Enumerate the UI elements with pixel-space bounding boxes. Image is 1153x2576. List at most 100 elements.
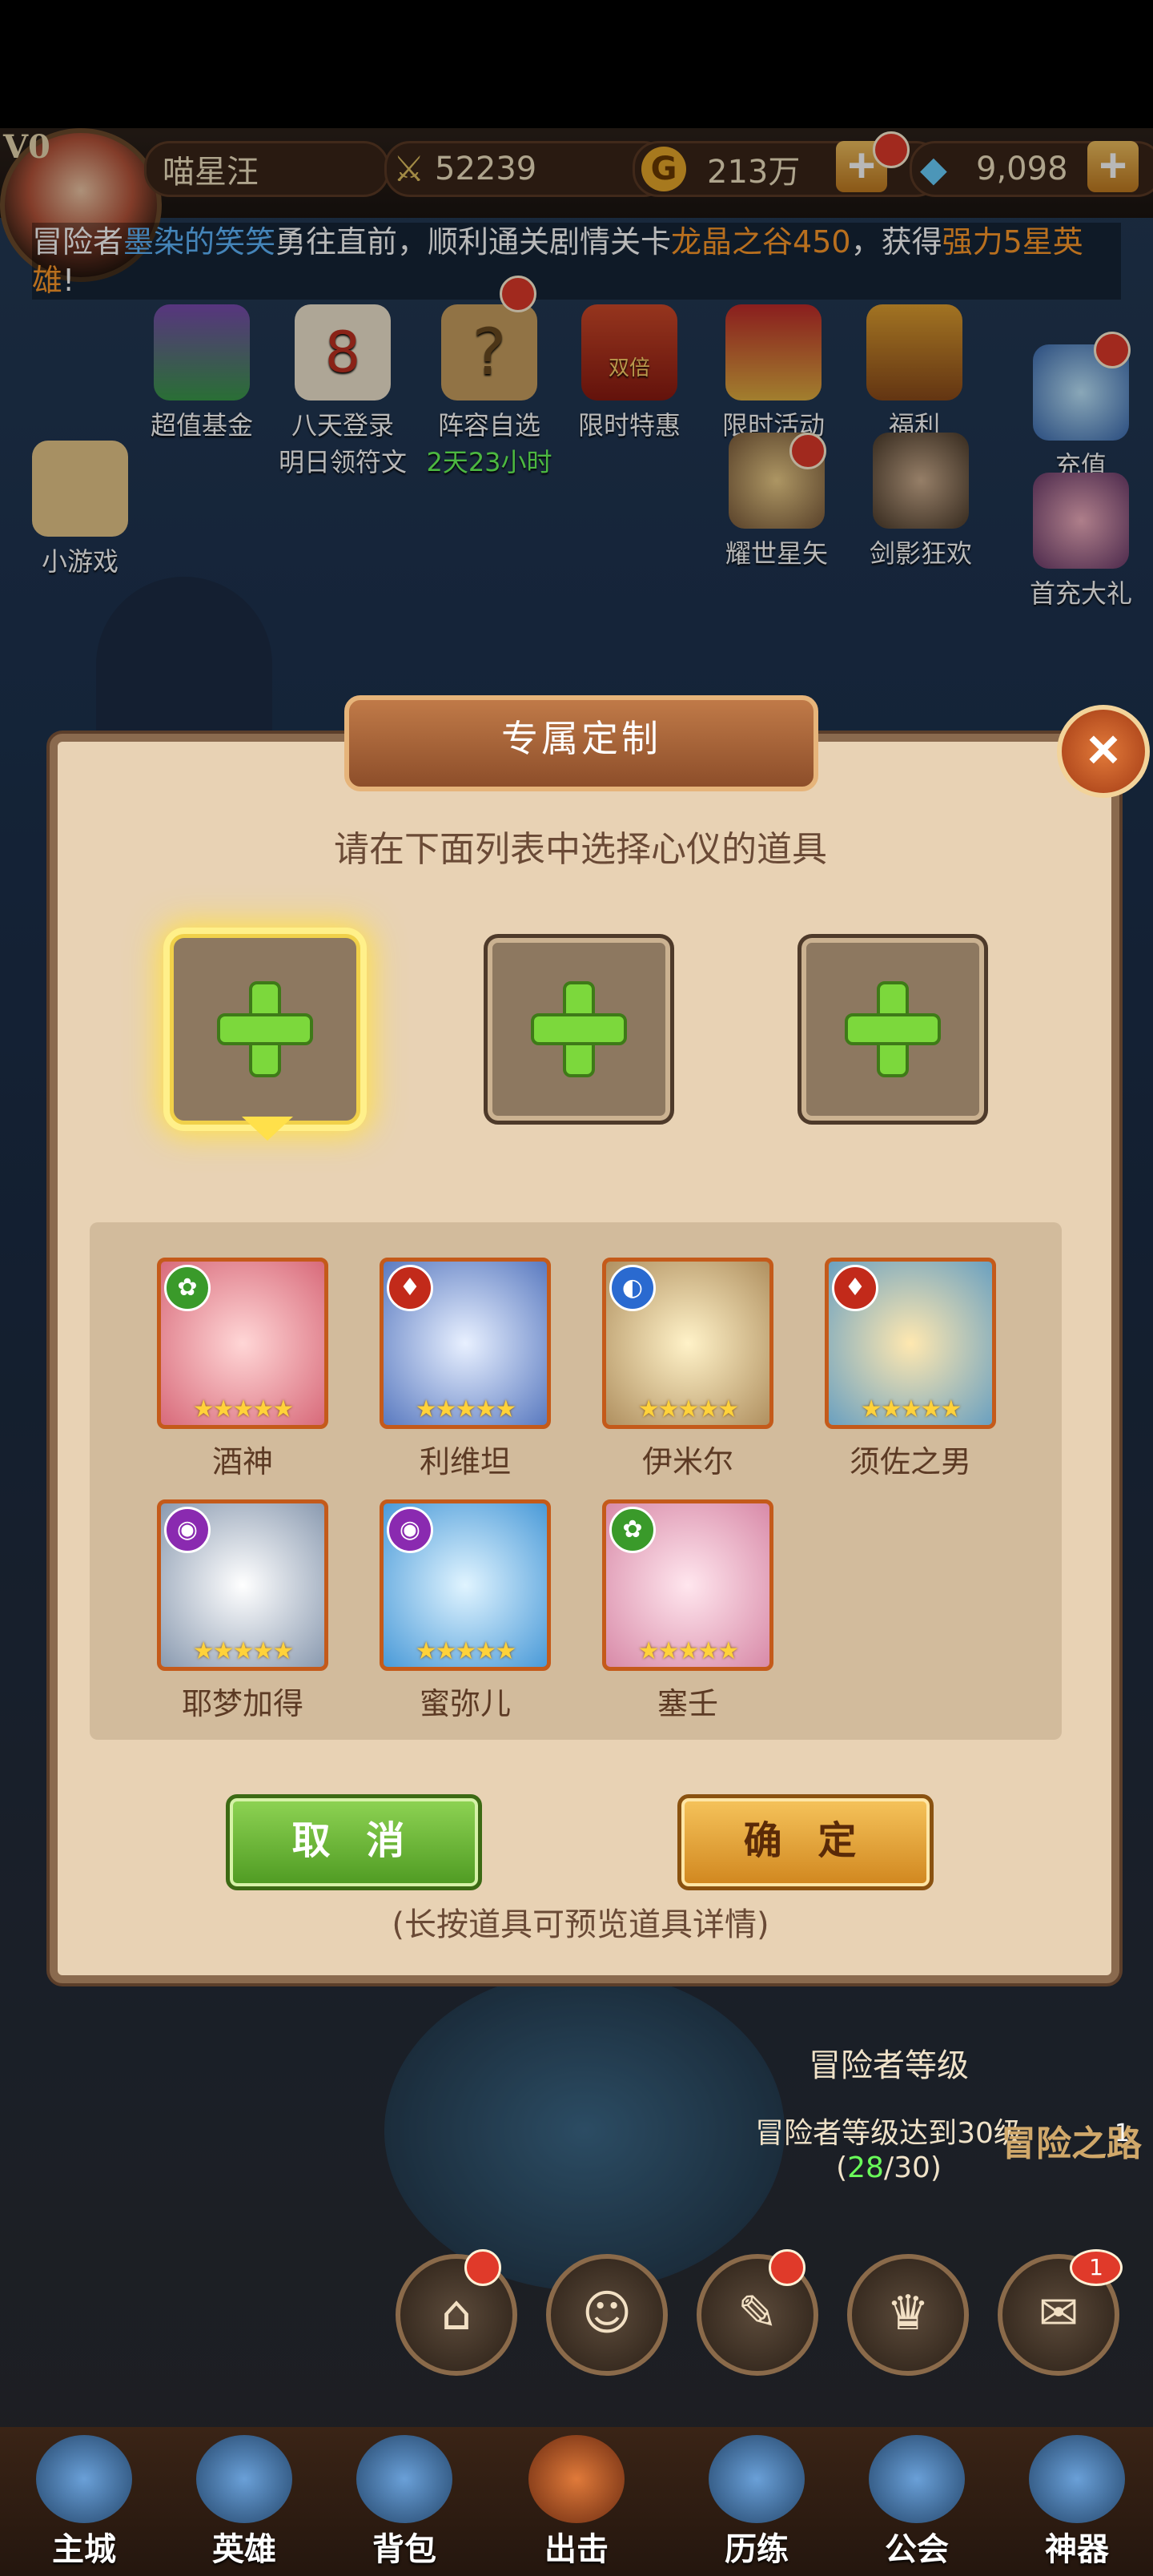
event-label: 首充大礼 bbox=[1029, 578, 1132, 609]
item-slot-1[interactable] bbox=[170, 934, 360, 1125]
hero-name: 伊米尔 bbox=[641, 1444, 733, 1479]
nav-heroes[interactable]: 英雄 bbox=[184, 2435, 304, 2570]
mail-badge: 1 bbox=[1070, 2249, 1123, 2286]
recharge-button[interactable]: 充值 bbox=[1017, 344, 1145, 482]
marquee-text: ，获得 bbox=[850, 224, 942, 260]
star-rating: ★★★★★ bbox=[860, 1395, 962, 1423]
hero-name: 蜜弥儿 bbox=[419, 1686, 511, 1721]
quest-title: 冒险者等级 bbox=[809, 2047, 969, 2084]
gold-coin-icon: G bbox=[641, 147, 686, 191]
plus-icon bbox=[531, 981, 627, 1077]
hero-portrait-icon bbox=[873, 433, 969, 529]
player-name-plate[interactable]: 喵星汪 bbox=[144, 141, 389, 197]
red-dot-badge bbox=[1094, 332, 1131, 368]
minigame-button[interactable]: 小游戏 bbox=[16, 441, 144, 578]
dialog-subtitle: 请在下面列表中选择心仪的道具 bbox=[334, 829, 827, 870]
hero-item[interactable]: ♦ ★★★★★ 利维坦 bbox=[380, 1258, 551, 1481]
nav-artifact[interactable]: 神器 bbox=[1017, 2435, 1137, 2570]
calendar-icon: 8 bbox=[295, 304, 391, 400]
nav-backpack[interactable]: 背包 bbox=[344, 2435, 464, 2570]
countdown-timer: 2天23小时 bbox=[426, 447, 552, 477]
hero-portrait: ◉ ★★★★★ bbox=[380, 1499, 551, 1671]
marquee-player: 墨染的笑笑 bbox=[123, 224, 276, 260]
nav-guild[interactable]: 公会 bbox=[857, 2435, 977, 2570]
star-rating: ★★★★★ bbox=[637, 1637, 739, 1665]
hero-portrait: ♦ ★★★★★ bbox=[825, 1258, 996, 1429]
fire-element-icon: ♦ bbox=[387, 1265, 433, 1311]
treasure-chest-icon bbox=[866, 304, 962, 400]
nature-element-icon: ✿ bbox=[609, 1507, 656, 1553]
activity-sale[interactable]: 双倍 限时特惠 bbox=[565, 304, 693, 442]
star-rating: ★★★★★ bbox=[192, 1637, 294, 1665]
item-slot-3[interactable] bbox=[797, 934, 988, 1125]
hero-name: 酒神 bbox=[211, 1444, 273, 1479]
hero-item[interactable]: ◐ ★★★★★ 伊米尔 bbox=[602, 1258, 773, 1481]
activity-login[interactable]: 8 八天登录 明日领符文 bbox=[279, 304, 407, 479]
nav-attack[interactable]: 出击 bbox=[516, 2435, 637, 2570]
power-value: 52239 bbox=[435, 151, 537, 187]
hero-portrait: ♦ ★★★★★ bbox=[380, 1258, 551, 1429]
close-button[interactable]: × bbox=[1057, 705, 1150, 798]
red-dot-badge bbox=[464, 2249, 501, 2286]
marquee-text: 冒险者 bbox=[32, 224, 124, 260]
activity-lineup[interactable]: ? 阵容自选 2天23小时 bbox=[421, 304, 557, 479]
plus-icon bbox=[845, 981, 941, 1077]
activity-label: 限时特惠 bbox=[577, 410, 681, 441]
diamond-icon: ◆ bbox=[920, 148, 947, 190]
backpack-icon bbox=[356, 2435, 452, 2523]
confirm-button[interactable]: 确 定 bbox=[677, 1794, 934, 1890]
item-slot-2[interactable] bbox=[484, 934, 674, 1125]
star-rating: ★★★★★ bbox=[637, 1395, 739, 1423]
power-plate: ⚔ 52239 bbox=[384, 141, 669, 197]
first-recharge-button[interactable]: 首充大礼 bbox=[1009, 473, 1153, 610]
marquee-stage: 龙晶之谷450 bbox=[671, 224, 851, 260]
dark-element-icon: ◉ bbox=[387, 1507, 433, 1553]
hero-item[interactable]: ◉ ★★★★★ 耶梦加得 bbox=[157, 1499, 328, 1723]
hero-name: 耶梦加得 bbox=[181, 1686, 303, 1721]
progress-total: /30) bbox=[883, 2151, 942, 2184]
add-diamond-button[interactable]: + bbox=[1087, 141, 1139, 192]
event-hero-2[interactable]: 剑影狂欢 bbox=[849, 433, 993, 570]
hero-item[interactable]: ♦ ★★★★★ 须佐之男 bbox=[825, 1258, 996, 1481]
dark-element-icon: ◉ bbox=[164, 1507, 211, 1553]
gamepad-icon bbox=[32, 441, 128, 537]
diamond-value: 9,098 bbox=[976, 151, 1068, 187]
nav-label: 神器 bbox=[1045, 2531, 1109, 2568]
orb-icon bbox=[709, 2435, 805, 2523]
hero-portrait-icon bbox=[1033, 473, 1129, 569]
trophy-icon[interactable]: ♛ bbox=[847, 2254, 969, 2376]
minigame-label: 小游戏 bbox=[41, 546, 119, 577]
hero-portrait: ✿ ★★★★★ bbox=[602, 1499, 773, 1671]
red-dot-badge bbox=[873, 131, 910, 168]
water-element-icon: ◐ bbox=[609, 1265, 656, 1311]
vip-level: V0 bbox=[3, 128, 50, 166]
red-dot-badge bbox=[789, 433, 826, 469]
activity-label: 超值基金 bbox=[150, 410, 253, 441]
star-rating: ★★★★★ bbox=[415, 1395, 516, 1423]
activity-fund[interactable]: 超值基金 bbox=[138, 304, 266, 442]
announcement-marquee: 冒险者墨染的笑笑勇往直前，顺利通关剧情关卡龙晶之谷450，获得强力5星英雄! bbox=[32, 223, 1121, 300]
adventure-path-count: 1 bbox=[1115, 2119, 1131, 2147]
activity-welfare[interactable]: 福利 bbox=[850, 304, 978, 442]
nav-main-city[interactable]: 主城 bbox=[24, 2435, 144, 2570]
player-name: 喵星汪 bbox=[163, 154, 259, 191]
cancel-button[interactable]: 取 消 bbox=[226, 1794, 482, 1890]
hero-item[interactable]: ✿ ★★★★★ 塞壬 bbox=[602, 1499, 773, 1723]
event-hero-1[interactable]: 耀世星矢 bbox=[705, 433, 849, 570]
hero-item[interactable]: ✿ ★★★★★ 酒神 bbox=[157, 1258, 328, 1481]
friends-icon[interactable]: ☺ bbox=[546, 2254, 668, 2376]
hero-name: 塞壬 bbox=[657, 1686, 718, 1721]
hero-item[interactable]: ◉ ★★★★★ 蜜弥儿 bbox=[380, 1499, 551, 1723]
swords-icon: ⚔ bbox=[393, 148, 425, 190]
activity-label: 阵容自选 bbox=[437, 410, 540, 441]
nav-label: 出击 bbox=[544, 2531, 609, 2568]
castle-icon bbox=[36, 2435, 132, 2523]
hero-name: 利维坦 bbox=[419, 1444, 511, 1479]
gift-box-icon: 双倍 bbox=[581, 304, 677, 400]
nav-training[interactable]: 历练 bbox=[697, 2435, 817, 2570]
nav-label: 主城 bbox=[52, 2531, 116, 2568]
activity-event[interactable]: 限时活动 bbox=[709, 304, 838, 442]
double-tag: 双倍 bbox=[608, 356, 650, 380]
marquee-text: ! bbox=[62, 263, 75, 298]
gold-value: 213万 bbox=[707, 154, 801, 191]
